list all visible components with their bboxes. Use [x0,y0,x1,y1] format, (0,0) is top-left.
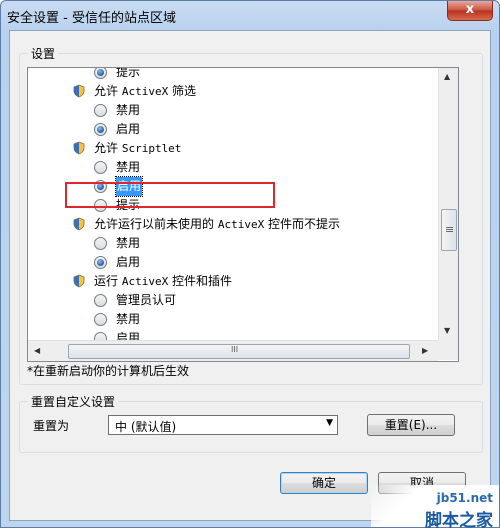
category-label-term: ActiveX [121,85,169,98]
vertical-grip-icon: ≡ [445,223,455,236]
category-label-suffix: 控件而不提示 [264,217,341,231]
horizontal-grip-icon: III [231,345,239,354]
radio-unchecked-icon[interactable] [94,313,107,326]
horizontal-scroll-thumb[interactable]: III [68,344,410,359]
setting-category-label: 运行 ActiveX 控件和插件 [94,272,232,291]
scroll-right-icon[interactable]: ▶ [422,346,428,355]
radio-checked-icon[interactable] [94,68,107,79]
radio-unchecked-icon[interactable] [94,294,107,307]
scroll-down-icon[interactable]: ▼ [444,326,450,335]
radio-unchecked-icon[interactable] [94,104,107,117]
radio-unchecked-icon[interactable] [94,161,107,174]
reset-to-label: 重置为 [33,419,70,433]
close-button[interactable]: x [447,1,493,21]
category-label-suffix: 控件和插件 [168,274,233,288]
window-title: 安全设置 - 受信任的站点区域 [7,11,176,26]
category-label-prefix: 运行 [94,274,122,288]
reset-button-label: 重置(E)... [384,418,438,432]
reset-group-label: 重置自定义设置 [28,393,119,410]
security-shield-icon [72,141,86,155]
radio-checked-icon[interactable] [94,123,107,136]
setting-category-label: 允许 Scriptlet [94,139,181,158]
setting-option-label: 提示 [116,68,141,79]
vertical-scroll-thumb[interactable]: ≡ [441,209,457,251]
category-label-term: ActiveX [121,275,169,288]
category-label-suffix: 筛选 [168,84,197,98]
setting-option-label: 禁用 [116,236,141,250]
scroll-up-icon[interactable]: ▲ [444,72,450,81]
reset-level-value: 中 (默认值) [115,420,177,434]
security-shield-icon [72,217,86,231]
ok-button-label: 确定 [311,476,336,490]
radio-unchecked-icon[interactable] [94,237,107,250]
radio-unchecked-icon[interactable] [94,332,107,340]
vertical-scrollbar[interactable]: ▲ ≡ ▼ [438,68,458,340]
watermark-brand: 脚本之家 [425,511,493,531]
category-label-prefix: 允许 [94,84,122,98]
setting-category-label: 允许 ActiveX 筛选 [94,82,196,101]
scroll-left-icon[interactable]: ◀ [34,346,40,355]
category-label-term: Scriptlet [121,142,182,155]
horizontal-scrollbar[interactable]: ◀ III ▶ [28,340,438,361]
ok-button[interactable]: 确定 [280,472,368,494]
settings-group-label: 设置 [28,45,59,62]
setting-option-label: 启用 [116,255,141,269]
title-bar[interactable]: 安全设置 - 受信任的站点区域 x [1,1,499,29]
highlight-annotation-box [65,182,275,208]
settings-listbox[interactable]: 提示 允许 ActiveX 筛选 禁用 启用 允许 Scriptlet 禁用 启用 提示 允许运… [27,67,459,362]
setting-option-label: 启用 [116,331,141,340]
setting-option-label: 启用 [116,122,141,136]
category-label-prefix: 允许 [94,141,122,155]
setting-option-label: 禁用 [116,160,141,174]
setting-category-label: 允许运行以前未使用的 ActiveX 控件而不提示 [94,215,340,234]
watermark-site: jb51.net [436,491,493,505]
reset-level-select[interactable]: 中 (默认值) ▼ [108,415,338,435]
scrollbar-corner [438,340,458,360]
security-settings-dialog: 安全设置 - 受信任的站点区域 x 设置 提示 允许 ActiveX 筛选 禁用 启用… [0,0,500,531]
setting-option-label: 禁用 [116,312,141,326]
security-shield-icon [72,274,86,288]
close-icon: x [465,2,475,17]
setting-option-label: 禁用 [116,103,141,117]
radio-checked-icon[interactable] [94,256,107,269]
category-label-term: ActiveX [217,218,265,231]
category-label-prefix: 允许运行以前未使用的 [94,217,218,231]
chevron-down-icon: ▼ [326,418,333,428]
reset-button[interactable]: 重置(E)... [367,414,455,436]
setting-option-label: 管理员认可 [116,293,177,307]
restart-note: *在重新启动你的计算机后生效 [27,364,190,378]
security-shield-icon [72,84,86,98]
